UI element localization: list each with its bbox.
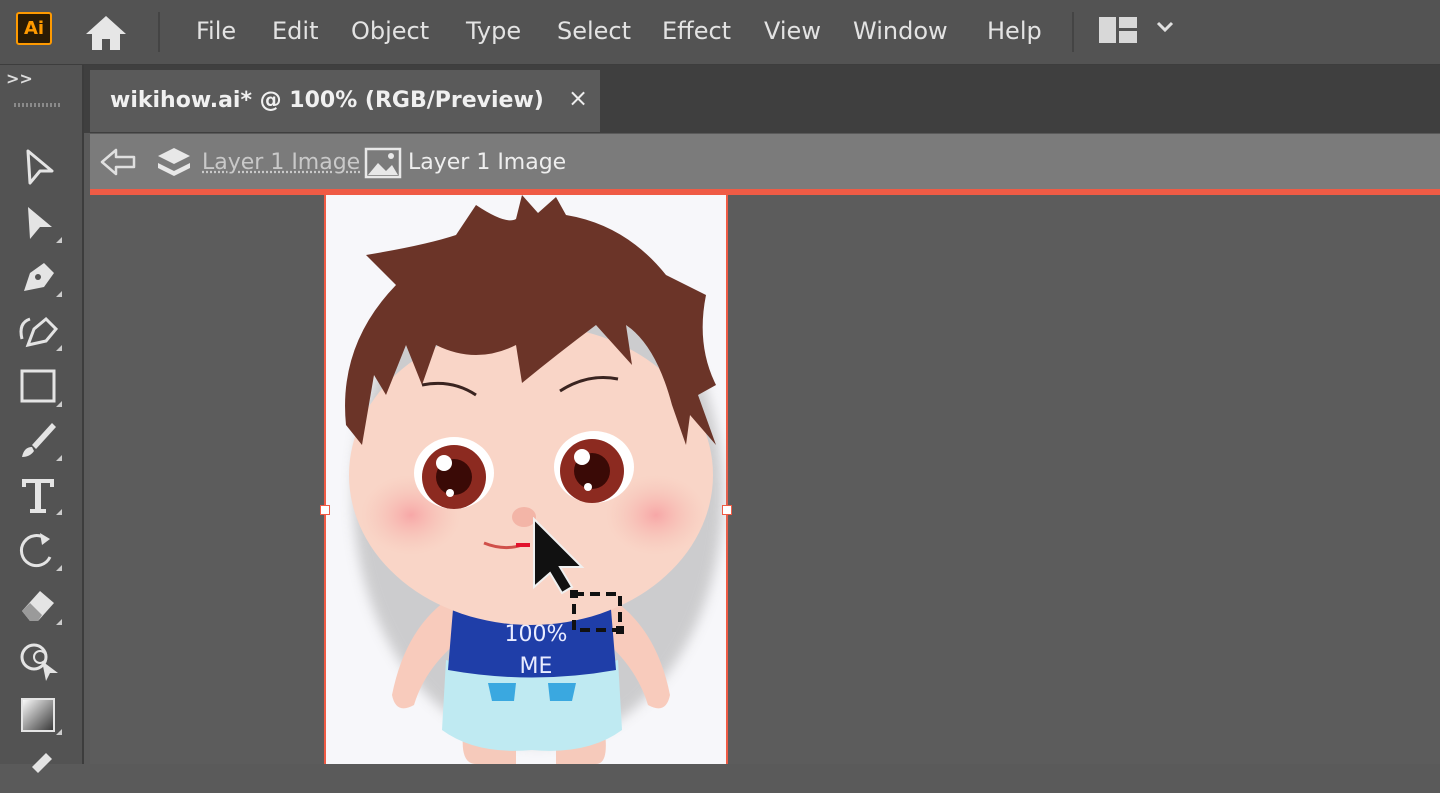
- cartoon-baby-image[interactable]: 100% ME: [326, 195, 730, 764]
- artboard[interactable]: 100% ME: [324, 195, 728, 764]
- tools-panel: >>: [0, 65, 84, 764]
- selection-arrow-icon: [16, 145, 64, 189]
- back-arrow-icon[interactable]: [98, 146, 138, 178]
- gradient-icon: [16, 693, 64, 737]
- eyedropper-tool[interactable]: [16, 749, 64, 793]
- rectangle-icon: [16, 365, 64, 409]
- rotate-tool[interactable]: [16, 529, 64, 573]
- shape-builder-tool[interactable]: [16, 639, 64, 683]
- canvas[interactable]: 100% ME: [90, 195, 1440, 764]
- direct-selection-tool[interactable]: [16, 201, 64, 245]
- document-tab-title: wikihow.ai* @ 100% (RGB/Preview): [110, 88, 544, 113]
- menu-object[interactable]: Object: [351, 14, 429, 48]
- menu-view[interactable]: View: [764, 14, 821, 48]
- type-icon: [16, 473, 64, 517]
- selection-marquee-icon: [566, 588, 628, 636]
- paintbrush-icon: [16, 419, 64, 463]
- close-icon[interactable]: ×: [568, 84, 588, 112]
- bounding-box-handle[interactable]: [722, 505, 732, 515]
- image-icon: [364, 147, 402, 179]
- breadcrumb-parent-link[interactable]: Layer 1 Image: [202, 150, 360, 175]
- rectangle-tool[interactable]: [16, 365, 64, 409]
- menu-type[interactable]: Type: [466, 14, 521, 48]
- home-icon[interactable]: [84, 14, 128, 52]
- mouse-pointer-icon: [530, 517, 586, 595]
- curvature-tool[interactable]: [16, 309, 64, 353]
- pen-icon: [16, 255, 64, 299]
- menu-bar: Ai File Edit Object Type Select Effect V…: [0, 0, 1440, 65]
- type-tool[interactable]: [16, 473, 64, 517]
- bounding-box-handle[interactable]: [320, 505, 330, 515]
- menu-edit[interactable]: Edit: [272, 14, 318, 48]
- breadcrumb-current: Layer 1 Image: [408, 150, 566, 175]
- divider: [158, 12, 160, 52]
- eraser-tool[interactable]: [16, 583, 64, 627]
- panel-grip[interactable]: [14, 103, 62, 107]
- workspace-layout-icon[interactable]: [1098, 16, 1138, 44]
- document-tab[interactable]: wikihow.ai* @ 100% (RGB/Preview) ×: [90, 70, 600, 132]
- rotate-icon: [16, 529, 64, 573]
- direct-selection-arrow-icon: [16, 201, 64, 245]
- illustrator-logo: Ai: [16, 12, 52, 45]
- menu-window[interactable]: Window: [853, 14, 948, 48]
- menu-help[interactable]: Help: [987, 14, 1042, 48]
- chevron-down-icon[interactable]: [1156, 20, 1174, 34]
- selection-tool[interactable]: [16, 145, 64, 189]
- eraser-icon: [16, 583, 64, 627]
- layers-icon: [156, 146, 192, 180]
- curvature-pen-icon: [16, 309, 64, 353]
- menu-select[interactable]: Select: [557, 14, 631, 48]
- paintbrush-tool[interactable]: [16, 419, 64, 463]
- menu-file[interactable]: File: [196, 14, 236, 48]
- collapse-panel-button[interactable]: >>: [6, 69, 33, 88]
- divider: [1072, 12, 1074, 52]
- gradient-tool[interactable]: [16, 693, 64, 737]
- shirt-text-line1: 100%: [505, 622, 568, 647]
- shape-builder-icon: [16, 639, 64, 683]
- isolation-mode-bar: Layer 1 Image Layer 1 Image: [90, 134, 1440, 195]
- pen-tool[interactable]: [16, 255, 64, 299]
- eyedropper-icon: [16, 749, 64, 793]
- shirt-text-line2: ME: [520, 654, 553, 679]
- menu-effect[interactable]: Effect: [662, 14, 731, 48]
